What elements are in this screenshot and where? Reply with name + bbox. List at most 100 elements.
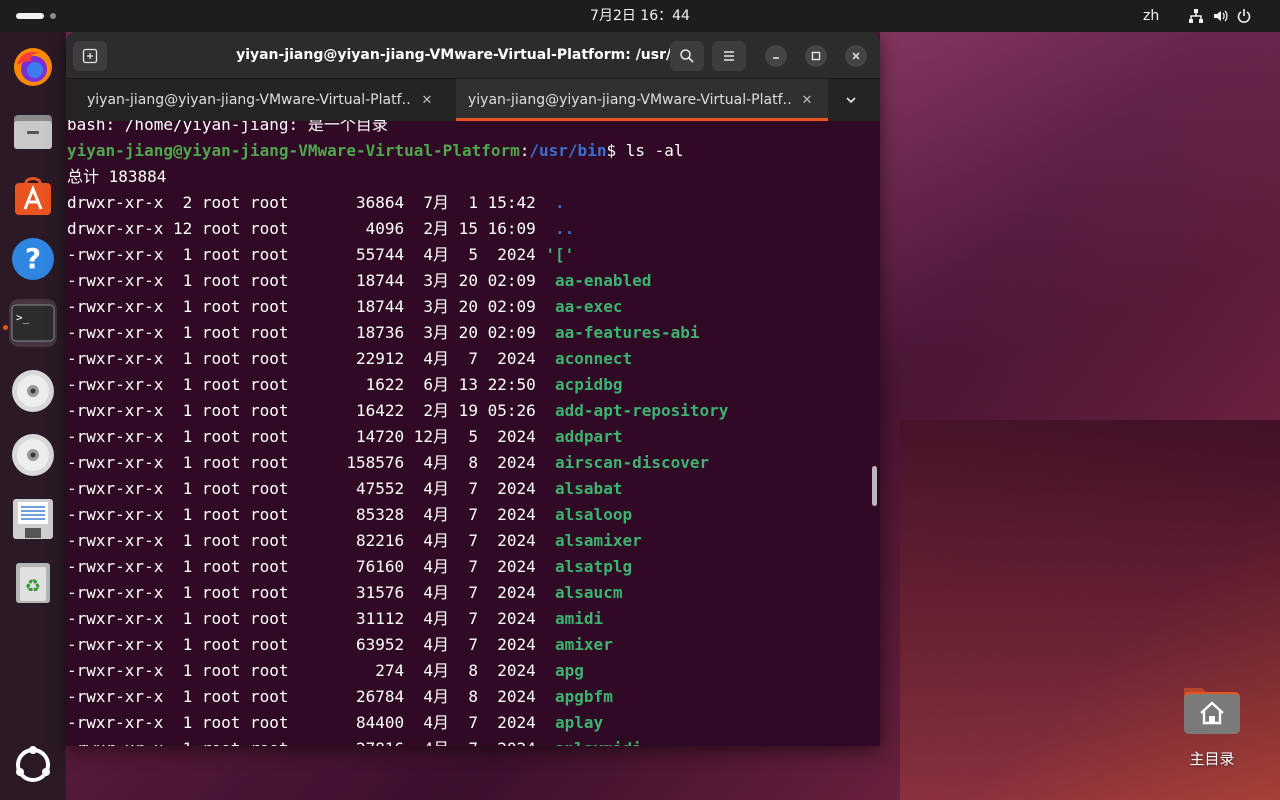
file-name: alsaloop bbox=[545, 505, 633, 524]
trash-icon[interactable]: ♻ bbox=[9, 559, 57, 607]
listing-row: -rwxr-xr-x 1 root root 47552 4月 7 2024 a… bbox=[67, 476, 622, 502]
listing-row: -rwxr-xr-x 1 root root 63952 4月 7 2024 a… bbox=[67, 632, 613, 658]
header-bar[interactable]: yiyan-jiang@yiyan-jiang-VMware-Virtual-P… bbox=[66, 32, 880, 78]
file-name: aplaymidi bbox=[545, 739, 642, 746]
file-meta: -rwxr-xr-x 1 root root 63952 4月 7 2024 bbox=[67, 635, 546, 654]
file-meta: -rwxr-xr-x 1 root root 18744 3月 20 02:09 bbox=[67, 297, 546, 316]
prompt-path: /usr/bin bbox=[529, 141, 607, 160]
file-name: add-apt-repository bbox=[545, 401, 729, 420]
file-name: . bbox=[545, 193, 565, 212]
show-apps-icon[interactable] bbox=[9, 741, 57, 789]
volume-icon[interactable] bbox=[1212, 8, 1228, 24]
listing-row: -rwxr-xr-x 1 root root 85328 4月 7 2024 a… bbox=[67, 502, 632, 528]
power-icon[interactable] bbox=[1236, 8, 1252, 24]
floppy-icon[interactable] bbox=[9, 495, 57, 543]
file-name: .. bbox=[545, 219, 575, 238]
file-meta: -rwxr-xr-x 1 root root 18736 3月 20 02:09 bbox=[67, 323, 546, 342]
tab-label: yiyan-jiang@yiyan-jiang-VMware-Virtual-P… bbox=[468, 92, 793, 108]
workspace-indicator-active[interactable] bbox=[16, 13, 44, 19]
system-tray[interactable] bbox=[1188, 8, 1252, 24]
file-meta: -rwxr-xr-x 1 root root 27816 4月 7 2024 bbox=[67, 739, 545, 746]
tab-label: yiyan-jiang@yiyan-jiang-VMware-Virtual-P… bbox=[87, 92, 412, 108]
dock: ? >_ ♻ bbox=[0, 32, 66, 800]
command: ls -al bbox=[625, 141, 684, 160]
file-name: '[' bbox=[545, 245, 575, 264]
tab-close-icon[interactable]: ✕ bbox=[419, 92, 435, 108]
maximize-button[interactable] bbox=[805, 45, 827, 67]
home-folder-label[interactable]: 主目录 bbox=[1170, 748, 1254, 769]
running-indicator bbox=[3, 325, 8, 330]
prompt-separator: : bbox=[519, 141, 530, 160]
terminal-window[interactable]: yiyan-jiang@yiyan-jiang-VMware-Virtual-P… bbox=[66, 32, 880, 746]
firefox-icon[interactable] bbox=[9, 43, 57, 91]
tab-1[interactable]: yiyan-jiang@yiyan-jiang-VMware-Virtual-P… bbox=[66, 79, 456, 121]
file-meta: -rwxr-xr-x 1 root root 158576 4月 8 2024 bbox=[67, 453, 546, 472]
listing-row: -rwxr-xr-x 1 root root 82216 4月 7 2024 a… bbox=[67, 528, 642, 554]
total-line: 总计 183884 bbox=[67, 167, 167, 186]
wallpaper-accent bbox=[900, 420, 1280, 800]
top-bar: 7月2日 16：44 zh bbox=[0, 0, 1280, 32]
file-name: alsamixer bbox=[545, 531, 642, 550]
listing-row: drwxr-xr-x 2 root root 36864 7月 1 15:42 … bbox=[67, 190, 565, 216]
file-name: alsatplg bbox=[545, 557, 633, 576]
file-name: alsaucm bbox=[545, 583, 623, 602]
svg-text:♻: ♻ bbox=[25, 576, 41, 597]
file-name: amidi bbox=[545, 609, 604, 628]
files-icon[interactable] bbox=[9, 107, 57, 155]
svg-text:>_: >_ bbox=[16, 311, 30, 324]
listing-row: -rwxr-xr-x 1 root root 14720 12月 5 2024 … bbox=[67, 424, 622, 450]
file-meta: -rwxr-xr-x 1 root root 84400 4月 7 2024 bbox=[67, 713, 546, 732]
file-meta: -rwxr-xr-x 1 root root 14720 12月 5 2024 bbox=[67, 427, 546, 446]
prompt-line: yiyan-jiang@yiyan-jiang-VMware-Virtual-P… bbox=[67, 138, 684, 164]
tab-2[interactable]: yiyan-jiang@yiyan-jiang-VMware-Virtual-P… bbox=[456, 79, 828, 121]
file-meta: -rwxr-xr-x 1 root root 31112 4月 7 2024 bbox=[67, 609, 546, 628]
file-meta: -rwxr-xr-x 1 root root 274 4月 8 2024 bbox=[67, 661, 546, 680]
file-meta: -rwxr-xr-x 1 root root 22912 4月 7 2024 bbox=[67, 349, 546, 368]
file-name: amixer bbox=[545, 635, 613, 654]
file-name: aplay bbox=[545, 713, 604, 732]
search-button[interactable] bbox=[670, 41, 704, 71]
listing-row: -rwxr-xr-x 1 root root 158576 4月 8 2024 … bbox=[67, 450, 709, 476]
file-name: aconnect bbox=[545, 349, 633, 368]
listing-row: -rwxr-xr-x 1 root root 274 4月 8 2024 apg bbox=[67, 658, 584, 684]
workspace-indicator[interactable] bbox=[50, 13, 56, 19]
menu-button[interactable] bbox=[712, 41, 746, 71]
file-name: airscan-discover bbox=[545, 453, 710, 472]
file-meta: -rwxr-xr-x 1 root root 55744 4月 5 2024 bbox=[67, 245, 546, 264]
file-name: acpidbg bbox=[545, 375, 623, 394]
output-line: bash: /home/yiyan-jiang: 是一个目录 bbox=[67, 120, 388, 134]
minimize-button[interactable] bbox=[765, 45, 787, 67]
terminal-icon[interactable]: >_ bbox=[9, 299, 57, 347]
tab-close-icon[interactable]: ✕ bbox=[799, 92, 815, 108]
listing-row: -rwxr-xr-x 1 root root 1622 6月 13 22:50 … bbox=[67, 372, 622, 398]
home-folder-icon[interactable] bbox=[1182, 684, 1242, 736]
input-language[interactable]: zh bbox=[1143, 0, 1159, 32]
file-name: aa-exec bbox=[545, 297, 623, 316]
tab-bar: yiyan-jiang@yiyan-jiang-VMware-Virtual-P… bbox=[66, 78, 880, 121]
file-name: apg bbox=[545, 661, 584, 680]
file-meta: -rwxr-xr-x 1 root root 31576 4月 7 2024 bbox=[67, 583, 546, 602]
listing-row: -rwxr-xr-x 1 root root 55744 4月 5 2024 '… bbox=[67, 242, 574, 268]
terminal-output[interactable]: bash: /home/yiyan-jiang: 是一个目录 yiyan-jia… bbox=[67, 120, 867, 746]
file-name: aa-features-abi bbox=[545, 323, 700, 342]
app-center-icon[interactable] bbox=[9, 171, 57, 219]
listing-row: -rwxr-xr-x 1 root root 16422 2月 19 05:26… bbox=[67, 398, 728, 424]
close-button[interactable] bbox=[845, 45, 867, 67]
clock[interactable]: 7月2日 16：44 bbox=[590, 8, 690, 24]
disc-icon[interactable] bbox=[9, 367, 57, 415]
listing-row: -rwxr-xr-x 1 root root 26784 4月 8 2024 a… bbox=[67, 684, 613, 710]
file-meta: -rwxr-xr-x 1 root root 76160 4月 7 2024 bbox=[67, 557, 546, 576]
file-meta: drwxr-xr-x 2 root root 36864 7月 1 15:42 bbox=[67, 193, 546, 212]
file-meta: -rwxr-xr-x 1 root root 18744 3月 20 02:09 bbox=[67, 271, 546, 290]
help-icon[interactable]: ? bbox=[9, 235, 57, 283]
disc-icon[interactable] bbox=[9, 431, 57, 479]
scrollbar[interactable] bbox=[872, 466, 877, 506]
prompt-end: $ bbox=[606, 141, 626, 160]
network-icon[interactable] bbox=[1188, 8, 1204, 24]
svg-text:?: ? bbox=[25, 242, 41, 275]
chevron-down-icon[interactable] bbox=[842, 91, 860, 109]
new-tab-button[interactable] bbox=[73, 41, 107, 71]
file-meta: drwxr-xr-x 12 root root 4096 2月 15 16:09 bbox=[67, 219, 546, 238]
listing-row: -rwxr-xr-x 1 root root 84400 4月 7 2024 a… bbox=[67, 710, 603, 736]
file-meta: -rwxr-xr-x 1 root root 82216 4月 7 2024 bbox=[67, 531, 546, 550]
